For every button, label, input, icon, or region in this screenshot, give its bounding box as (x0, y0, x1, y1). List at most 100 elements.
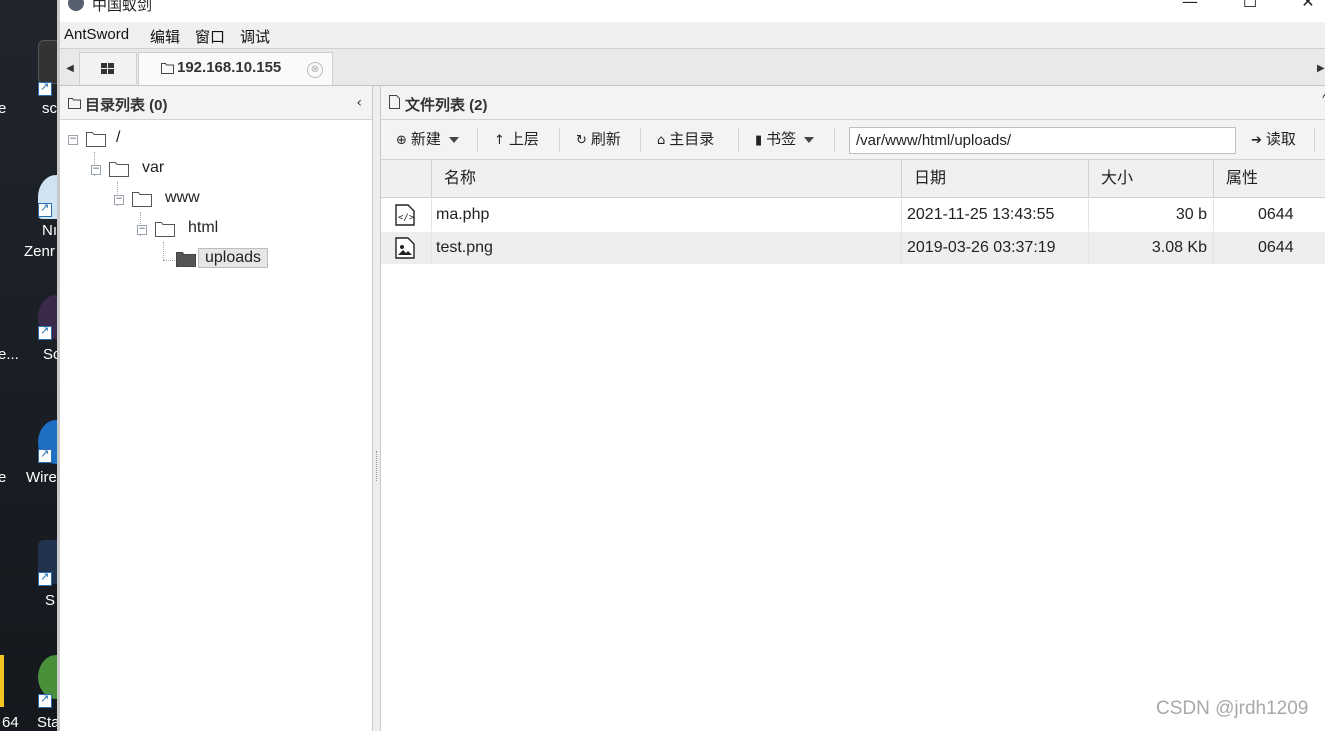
tree-connector (163, 242, 164, 260)
tree-toggle[interactable]: − (114, 195, 124, 205)
folder-icon (155, 222, 175, 237)
menu-bar: AntSword 编辑 窗口 调试 (60, 22, 1325, 48)
folder-icon (86, 132, 106, 147)
tree-toggle[interactable]: − (91, 165, 101, 175)
desktop-label: Sc (43, 346, 57, 363)
column-attr[interactable]: 属性 (1213, 160, 1325, 198)
column-size[interactable]: 大小 (1088, 160, 1213, 198)
dashboard-grid-icon (101, 63, 114, 75)
folder-filled-icon (176, 252, 196, 267)
minimize-button[interactable]: — (1170, 0, 1210, 16)
folder-icon (68, 98, 81, 109)
table-row[interactable]: </> ma.php 2021-11-25 13:43:55 30 b 0644 (381, 199, 1325, 231)
tree-node-label: html (188, 219, 219, 236)
bookmark-icon: ▮ (755, 133, 763, 148)
menu-antsword[interactable]: AntSword (64, 26, 129, 43)
chevron-down-icon (448, 137, 459, 144)
tab-host-label: 192.168.10.155 (177, 59, 282, 76)
code-file-icon: </> (395, 204, 415, 226)
desktop-label: Zenr (24, 243, 55, 260)
desktop-label: e... (0, 346, 19, 363)
tree-toggle[interactable]: − (68, 135, 78, 145)
tab-scroll-left-button[interactable]: ◀ (62, 56, 78, 82)
menu-debug[interactable]: 调试 (240, 26, 270, 47)
file-toolbar: ⊕新建 ↑上层 ↻刷新 ⌂主目录 ▮书签 ➔读取 (381, 120, 1325, 160)
shortcut-arrow-icon (38, 201, 52, 217)
antsword-window: 中国蚁剑 — ☐ ✕ AntSword 编辑 窗口 调试 ◀ 192.168.1… (57, 0, 1325, 731)
desktop-label: Nı (42, 222, 57, 239)
home-button[interactable]: ⌂ 主目录 (657, 128, 714, 152)
file-size: 3.08 Kb (1088, 232, 1213, 264)
read-label: 读取 (1265, 131, 1296, 148)
tree-node-label: uploads (198, 248, 269, 268)
desktop-label: e (0, 100, 7, 117)
menu-edit[interactable]: 编辑 (150, 26, 180, 47)
file-panel-title: 文件列表 (2) (405, 97, 488, 114)
file-date: 2021-11-25 13:43:55 (901, 199, 1088, 231)
up-level-button[interactable]: ↑ 上层 (494, 128, 539, 152)
refresh-label: 刷新 (590, 131, 621, 148)
home-icon: ⌂ (657, 133, 666, 148)
column-date[interactable]: 日期 (901, 160, 1088, 198)
title-bar: 中国蚁剑 — ☐ ✕ (60, 0, 1325, 22)
tab-scroll-right-button[interactable]: ▶ (1317, 56, 1325, 82)
new-label: 新建 (410, 131, 441, 148)
collapse-left-icon[interactable]: ‹ (356, 95, 362, 111)
window-title: 中国蚁剑 (92, 0, 153, 14)
tree-connector (163, 260, 177, 261)
panel-splitter[interactable] (373, 86, 381, 731)
icon-column-header (381, 160, 431, 198)
table-header: 名称 日期 大小 属性 (381, 160, 1325, 198)
desktop-app-icon[interactable] (38, 40, 57, 84)
collapse-up-icon[interactable]: ˄ (1321, 94, 1325, 110)
file-icon (389, 95, 400, 109)
image-file-icon (395, 237, 415, 259)
desktop-label: Wire (26, 469, 57, 486)
file-panel-header: 文件列表 (2) ˄ (381, 86, 1325, 120)
folder-strip (0, 655, 4, 707)
home-label: 主目录 (669, 131, 715, 148)
folder-icon (109, 162, 129, 177)
shortcut-arrow-icon (38, 324, 52, 340)
file-panel: 文件列表 (2) ˄ ⊕ 新建 ↑ 上层 ↻ 刷新 ⌂ 主目录 ▮ 书签 /va… (381, 86, 1325, 731)
close-window-button[interactable]: ✕ (1288, 0, 1325, 16)
file-attr: 0644 (1213, 232, 1325, 264)
shortcut-arrow-icon (38, 692, 52, 708)
bookmark-button[interactable]: ▮ 书签 (755, 128, 815, 152)
tab-bar: ◀ 192.168.10.155 ⊗ ▶ (60, 48, 1325, 86)
read-button[interactable]: ➔ 读取 (1251, 128, 1296, 152)
maximize-button[interactable]: ☐ (1230, 0, 1270, 16)
arrow-right-icon: ➔ (1251, 133, 1262, 148)
path-input[interactable] (849, 127, 1236, 154)
tab-close-icon[interactable]: ⊗ (307, 62, 323, 78)
shortcut-arrow-icon (38, 570, 52, 586)
new-button[interactable]: ⊕ 新建 (396, 128, 459, 152)
tab-host[interactable]: 192.168.10.155 ⊗ (138, 52, 333, 85)
app-logo-icon (68, 0, 84, 11)
table-row[interactable]: test.png 2019-03-26 03:37:19 3.08 Kb 064… (381, 232, 1325, 264)
desktop-label: Sta (37, 714, 57, 731)
refresh-icon: ↻ (576, 133, 587, 148)
up-label: 上层 (508, 131, 539, 148)
file-name: test.png (431, 232, 901, 264)
desktop-label: 64 (2, 714, 19, 731)
tree-node-label: var (142, 159, 165, 176)
directory-panel-title: 目录列表 (0) (85, 97, 168, 114)
tree-node-label: www (165, 189, 200, 206)
file-attr: 0644 (1213, 199, 1325, 231)
shortcut-arrow-icon (38, 447, 52, 463)
refresh-button[interactable]: ↻ 刷新 (576, 128, 621, 152)
menu-window[interactable]: 窗口 (195, 26, 225, 47)
chevron-down-icon (804, 137, 815, 144)
bookmark-label: 书签 (766, 131, 797, 148)
tab-dashboard[interactable] (79, 52, 137, 84)
arrow-up-icon: ↑ (494, 133, 505, 148)
folder-icon (161, 63, 174, 74)
directory-panel: 目录列表 (0) ‹ − / − var − www − html upload… (60, 86, 373, 731)
desktop-strip: e sc Nı Zenr e... Sc e Wire S Sta 64 (0, 0, 57, 731)
tree-toggle[interactable]: − (137, 225, 147, 235)
desktop-label: sc (42, 100, 57, 117)
column-name[interactable]: 名称 (431, 160, 901, 198)
desktop-label: S (45, 592, 56, 609)
file-size: 30 b (1088, 199, 1213, 231)
